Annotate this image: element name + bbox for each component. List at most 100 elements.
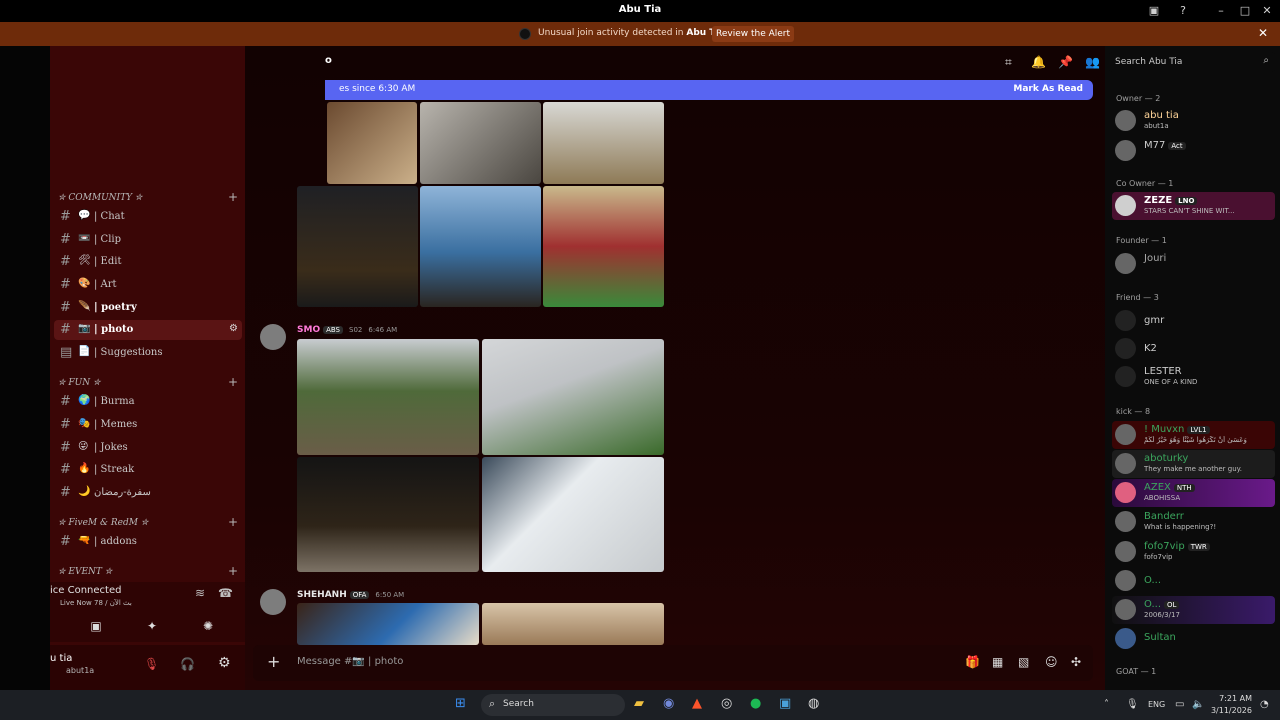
member-item[interactable]: LESTER ONE OF A KIND — [1112, 363, 1275, 391]
channel-jokes[interactable]: # 😜 | Jokes — [54, 438, 242, 458]
channel-photo[interactable]: # 📷 | photo ⚙ — [54, 320, 242, 340]
member-item[interactable]: ! Muvxn LVL1 وَعَسَىٰ أَنْ تَكْرَهُوا شَيْ… — [1112, 421, 1275, 449]
channel-settings-icon[interactable]: ⚙ — [229, 323, 238, 334]
search-input[interactable]: Search Abu Tia — [1115, 57, 1182, 67]
member-item[interactable]: gmr — [1112, 307, 1275, 335]
channel-chat[interactable]: # 💬 | Chat — [54, 207, 242, 227]
voice-channel[interactable]: Live Now 78 / بث الآن — [60, 599, 132, 607]
mic-muted-icon[interactable]: 🎙 — [144, 657, 159, 671]
message-input[interactable]: Message #📷 | photo — [297, 656, 403, 667]
server-tag[interactable]: ABS — [323, 326, 344, 334]
channel-edit[interactable]: # 🛠 | Edit — [54, 252, 242, 272]
help-icon[interactable]: ? — [1174, 2, 1192, 20]
close-icon[interactable]: ✕ — [1258, 26, 1268, 40]
message-author[interactable]: SMO — [297, 325, 320, 335]
attachment-image[interactable] — [543, 186, 664, 307]
category-event[interactable]: ✮ EVENT ✮ — [58, 567, 112, 577]
review-alert-button[interactable]: Review the Alert — [712, 26, 794, 42]
soundboard-icon[interactable]: ✺ — [188, 616, 228, 636]
clock[interactable]: 7:21 AM 3/11/2026 — [1210, 693, 1252, 717]
terminal-icon[interactable]: ▣ — [779, 696, 791, 711]
attachment-image[interactable] — [297, 603, 479, 645]
category-fivem[interactable]: ✮ FiveM & RedM ✮ — [58, 518, 148, 528]
app-icon[interactable]: ◎ — [721, 696, 732, 711]
noise-suppression-icon[interactable]: ≋ — [195, 586, 205, 600]
minimize-button[interactable]: – — [1212, 2, 1230, 20]
notifications-icon[interactable]: ◔ — [1260, 699, 1269, 710]
server-tag[interactable]: OFA — [349, 591, 370, 599]
member-item[interactable]: Jouri — [1112, 250, 1275, 278]
message-author[interactable]: SHEHANH — [297, 590, 347, 600]
channel-art[interactable]: # 🎨 | Art — [54, 275, 242, 295]
channel-addons[interactable]: # 🔫 | addons — [54, 532, 242, 552]
member-item[interactable]: Banderr What is happening?! — [1112, 508, 1275, 536]
add-channel-icon[interactable]: + — [228, 190, 238, 204]
member-item[interactable]: AZEX NTH ABOHISSA — [1112, 479, 1275, 507]
emoji-icon[interactable]: ☺ — [1045, 655, 1058, 669]
channel-streak[interactable]: # 🔥 | Streak — [54, 460, 242, 480]
volume-icon[interactable]: 🔈 — [1192, 699, 1204, 710]
mic-icon[interactable]: 🎙 — [1126, 699, 1139, 710]
inbox-icon[interactable]: ▣ — [1145, 2, 1163, 20]
member-item[interactable]: O... — [1112, 567, 1275, 595]
member-item[interactable]: aboturky They make me another guy. — [1112, 450, 1275, 478]
apps-icon[interactable]: ✣ — [1071, 655, 1081, 669]
threads-icon[interactable]: ⌗ — [1005, 55, 1012, 70]
taskbar-search[interactable]: ⌕ Search — [481, 694, 625, 716]
member-list-icon[interactable]: 👥 — [1085, 55, 1100, 69]
search-box[interactable]: Search Abu Tia ⌕ — [1109, 52, 1275, 72]
member-item[interactable]: fofo7vip TWR fofo7vip — [1112, 538, 1275, 566]
channel-memes[interactable]: # 🎭 | Memes — [54, 415, 242, 435]
maximize-button[interactable]: □ — [1236, 2, 1254, 20]
add-channel-icon[interactable]: + — [228, 375, 238, 389]
attachment-image[interactable] — [482, 603, 664, 645]
avatar[interactable] — [260, 324, 286, 350]
sticker-icon[interactable]: ▧ — [1018, 655, 1029, 669]
disconnect-icon[interactable]: ☎ — [218, 586, 233, 600]
attachment-image[interactable] — [420, 186, 541, 307]
attachment-image[interactable] — [297, 186, 418, 307]
start-icon[interactable]: ⊞ — [455, 696, 466, 711]
chevron-up-icon[interactable]: ˄ — [1104, 699, 1109, 710]
mark-as-read-button[interactable]: Mark As Read — [1013, 84, 1083, 94]
category-community[interactable]: ✮ COMMUNITY ✮ — [58, 193, 142, 203]
member-item[interactable]: K2 — [1112, 335, 1275, 363]
pin-icon[interactable]: 📌 — [1058, 55, 1073, 69]
gif-icon[interactable]: ▦ — [992, 655, 1003, 669]
user-settings-icon[interactable]: ⚙ — [218, 655, 231, 671]
member-item[interactable]: ZEZE LNO STARS CAN'T SHINE WIT... — [1112, 192, 1275, 220]
bell-icon[interactable]: 🔔 — [1031, 55, 1046, 69]
language-indicator[interactable]: ENG — [1148, 700, 1165, 709]
spotify-icon[interactable]: ● — [750, 696, 761, 711]
app2-icon[interactable]: ◍ — [808, 696, 819, 711]
attachment-image[interactable] — [297, 339, 479, 455]
new-messages-bar[interactable]: es since 6:30 AM Mark As Read — [325, 80, 1093, 100]
discord-icon[interactable]: ◉ — [663, 696, 674, 711]
member-item[interactable]: M77 Act — [1112, 137, 1275, 165]
brave-icon[interactable]: ▲ — [692, 696, 702, 711]
attachment-image[interactable] — [482, 339, 664, 455]
screen-share-icon[interactable]: ▣ — [76, 616, 116, 636]
user-name[interactable]: u tia — [50, 653, 72, 664]
network-icon[interactable]: ▭ — [1175, 699, 1184, 710]
channel-clip[interactable]: # 📼 | Clip — [54, 230, 242, 250]
member-item[interactable]: Sultan — [1112, 625, 1275, 653]
channel-ramadan[interactable]: # 🌙 سفرة-رمضان — [54, 483, 242, 503]
attachment-image[interactable] — [327, 102, 417, 184]
file-explorer-icon[interactable]: ▰ — [634, 696, 644, 711]
attachment-image[interactable] — [297, 457, 479, 572]
gift-icon[interactable]: 🎁 — [965, 655, 980, 669]
attachment-image[interactable] — [482, 457, 664, 572]
add-attachment-icon[interactable]: + — [267, 652, 280, 671]
channel-poetry[interactable]: # 🪶 | poetry — [54, 298, 242, 318]
close-window-button[interactable]: ✕ — [1258, 2, 1276, 20]
member-item[interactable]: abu tia abut1a — [1112, 107, 1275, 135]
activity-icon[interactable]: ✦ — [132, 616, 172, 636]
deafen-icon[interactable]: 🎧 — [180, 657, 195, 671]
attachment-image[interactable] — [420, 102, 541, 184]
channel-burma[interactable]: # 🌍 | Burma — [54, 392, 242, 412]
avatar[interactable] — [260, 589, 286, 615]
channel-suggestions[interactable]: ▤ 📄 | Suggestions — [54, 343, 242, 363]
add-channel-icon[interactable]: + — [228, 515, 238, 529]
attachment-image[interactable] — [543, 102, 664, 184]
